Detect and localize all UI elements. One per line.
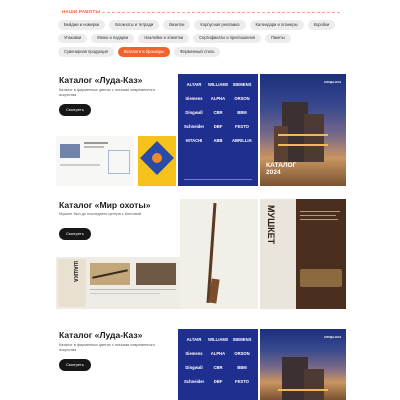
partner-logo: ORSON xyxy=(234,351,250,356)
filter-chip[interactable]: Корпусная рекламка xyxy=(194,20,246,30)
filter-chip[interactable]: Сертификаты и приглашения xyxy=(193,33,261,44)
work-card: Каталог «Луда-Каз» Каталог в фирменных ц… xyxy=(56,74,346,192)
partner-logo: ALTAIR xyxy=(186,82,202,87)
brand-logo: АЛУДА-КАЗ xyxy=(323,80,341,84)
musket-page-image: МУШКЕТ xyxy=(260,199,346,309)
partner-logo: HITACHI xyxy=(185,138,203,143)
work-title: Каталог «Луда-Каз» xyxy=(59,75,143,85)
filter-chip[interactable]: Визитки xyxy=(163,20,191,30)
view-button[interactable]: Смотреть xyxy=(59,228,91,240)
partner-logo: ALPHA xyxy=(210,96,226,101)
view-button[interactable]: Смотреть xyxy=(59,359,91,371)
filter-chip[interactable]: Упаковки xyxy=(58,33,88,44)
filter-chip[interactable]: Сувенирная продукция xyxy=(58,47,114,57)
musket-title: МУШКЕТ xyxy=(266,205,276,245)
catalog-cover-image: АЛУДА-КАЗ КАТАЛОГ 2024 xyxy=(260,74,346,186)
work-description: Мушкет был до последнего центра с Колтов… xyxy=(59,212,142,216)
partner-logo: ABB xyxy=(213,138,223,143)
work-title: Каталог «Мир охоты» xyxy=(59,200,151,210)
view-button[interactable]: Смотреть xyxy=(59,104,91,116)
filter-chip[interactable]: Блокноты и тетради xyxy=(109,20,160,30)
filter-chip[interactable]: Наклейки и этикетки xyxy=(138,33,190,44)
fine-print xyxy=(184,179,252,180)
filter-chip[interactable]: Бейджи и номерки xyxy=(58,20,106,30)
yellow-cover-image xyxy=(138,136,176,186)
section-divider xyxy=(97,12,340,13)
partner-logo: Siemens xyxy=(185,351,203,356)
partner-logo: SIEMENS xyxy=(232,82,252,87)
section-title: НАШИ РАБОТЫ xyxy=(62,9,101,14)
partner-logo: ALTAIR xyxy=(186,337,202,342)
partner-logo: FESTO xyxy=(235,379,249,384)
partner-logo: WILLIAMS xyxy=(208,82,228,87)
partner-logo: Siemens xyxy=(185,96,203,101)
saber-title: ШАШКА xyxy=(72,261,78,283)
partner-logo: DBF xyxy=(213,124,223,129)
partner-logo: WILLIAMS xyxy=(208,337,228,342)
rifle-image xyxy=(180,199,258,309)
partner-logo: Schneider xyxy=(184,124,204,129)
filter-chip[interactable]: Меню и подарки xyxy=(91,33,135,44)
filter-chip[interactable]: Каталоги и брошюры xyxy=(117,47,171,57)
filter-chips: Бейджи и номерки Блокноты и тетради Визитк… xyxy=(58,20,348,57)
work-title: Каталог «Луда-Каз» xyxy=(59,330,143,340)
partner-logo: ORSON xyxy=(234,96,250,101)
work-card: Каталог «Мир охоты» Мушкет был до послед… xyxy=(56,199,346,311)
partner-logo: BBM xyxy=(237,365,247,370)
partner-logo: DBF xyxy=(213,379,223,384)
partner-logo: FESTO xyxy=(235,124,249,129)
brand-logo: АЛУДА-КАЗ xyxy=(323,335,341,339)
work-description: Каталог в фирменных цветах с нотками сов… xyxy=(59,88,155,97)
brochure-image xyxy=(56,136,134,186)
filter-chip[interactable]: Фирменный стиль xyxy=(174,47,221,57)
partner-logo: ABRILLIANTS xyxy=(232,138,252,143)
partner-logo: Dingwall xyxy=(185,110,203,115)
partner-logo: ALPHA xyxy=(210,351,226,356)
partner-logo: BBM xyxy=(237,110,247,115)
partner-logo: CBR xyxy=(213,110,223,115)
catalog-cover-image: АЛУДА-КАЗ xyxy=(260,329,346,400)
filter-chip[interactable]: Пакеты xyxy=(264,33,291,44)
partner-logo: Schneider xyxy=(184,379,204,384)
partner-logo: Dingwall xyxy=(185,365,203,370)
work-description: Каталог в фирменных цветах с нотками сов… xyxy=(59,343,155,352)
partner-logo: CBR xyxy=(213,365,223,370)
filter-chip[interactable]: Календари и планеры xyxy=(249,20,304,30)
work-card: Каталог «Луда-Каз» Каталог в фирменных ц… xyxy=(56,329,346,400)
filter-chip[interactable]: Коробки xyxy=(307,20,336,30)
partner-logo: SIEMENS xyxy=(232,337,252,342)
catalog-back-cover-image: ALTAIR WILLIAMS SIEMENS Siemens ALPHA ORSON Di… xyxy=(178,329,258,400)
catalog-year-label: КАТАЛОГ 2024 xyxy=(266,162,297,176)
saber-page-image: ШАШКА xyxy=(56,257,180,309)
catalog-back-cover-image: ALTAIR WILLIAMS SIEMENS Siemens ALPHA ORSON Di… xyxy=(178,74,258,186)
